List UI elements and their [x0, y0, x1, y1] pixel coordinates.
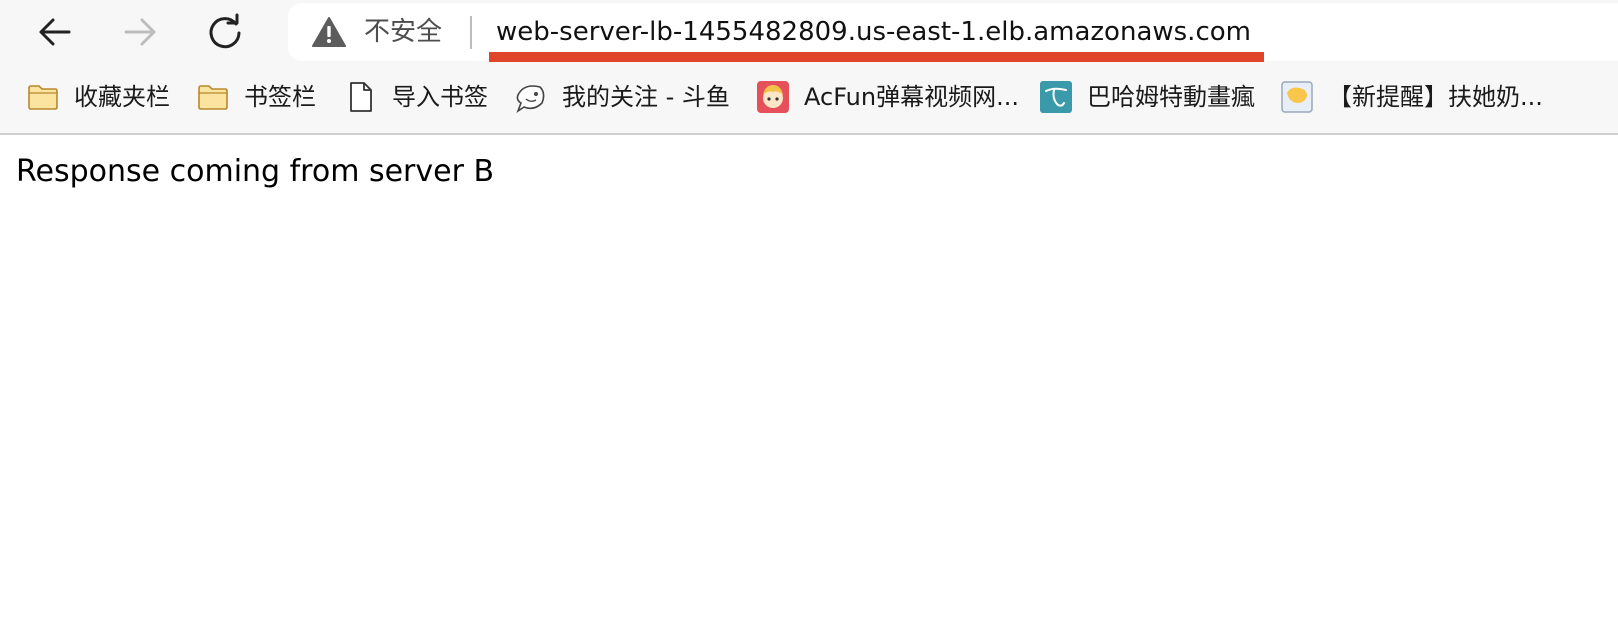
bookmark-forum-alert[interactable]: 【新提醒】扶她奶... — [1280, 77, 1543, 117]
address-bar-divider — [470, 16, 472, 49]
douyu-fish-icon — [514, 81, 548, 113]
browser-chrome: 不安全 web-server-lb-1455482809.us-east-1.e… — [0, 0, 1618, 135]
forward-button[interactable] — [116, 8, 164, 56]
reload-button[interactable] — [201, 8, 249, 56]
forward-arrow-icon — [124, 18, 156, 46]
bookmark-bahamut[interactable]: 巴哈姆特動畫瘋 — [1039, 77, 1255, 117]
bookmark-label: 【新提醒】扶她奶... — [1328, 83, 1543, 111]
bookmark-favorites-bar[interactable]: 收藏夹栏 — [26, 77, 170, 117]
bookmark-label: AcFun弹幕视频网... — [804, 83, 1019, 111]
folder-icon — [26, 81, 60, 113]
address-bar[interactable]: 不安全 web-server-lb-1455482809.us-east-1.e… — [288, 3, 1618, 62]
bookmark-import[interactable]: 导入书签 — [344, 77, 488, 117]
back-arrow-icon — [39, 18, 71, 46]
page-body-text: Response coming from server B — [16, 154, 495, 189]
bookmark-label: 巴哈姆特動畫瘋 — [1087, 83, 1255, 111]
back-button[interactable] — [31, 8, 79, 56]
bookmark-label: 我的关注 - 斗鱼 — [562, 83, 730, 111]
security-status-label[interactable]: 不安全 — [364, 16, 442, 48]
reload-icon — [209, 13, 241, 49]
bookmark-label: 收藏夹栏 — [74, 83, 170, 111]
bookmark-label: 书签栏 — [244, 83, 316, 111]
url-text[interactable]: web-server-lb-1455482809.us-east-1.elb.a… — [496, 15, 1251, 49]
bahamut-icon — [1039, 81, 1073, 113]
bookmark-acfun[interactable]: AcFun弹幕视频网... — [756, 77, 1019, 117]
bookmark-douyu[interactable]: 我的关注 - 斗鱼 — [514, 77, 730, 117]
folder-icon — [196, 81, 230, 113]
url-highlight-underline — [489, 52, 1264, 62]
bookmark-bookmarks-bar[interactable]: 书签栏 — [196, 77, 316, 117]
document-icon — [344, 81, 378, 113]
browser-toolbar: 不安全 web-server-lb-1455482809.us-east-1.e… — [0, 0, 1618, 64]
site-favicon-icon — [1280, 81, 1314, 113]
bookmark-label: 导入书签 — [392, 83, 488, 111]
acfun-icon — [756, 81, 790, 113]
warning-triangle-icon — [312, 17, 346, 47]
bookmarks-bar: 收藏夹栏 书签栏 导入书签 我的关注 - 斗鱼 AcFun弹幕视频网... 巴哈… — [0, 72, 1618, 124]
